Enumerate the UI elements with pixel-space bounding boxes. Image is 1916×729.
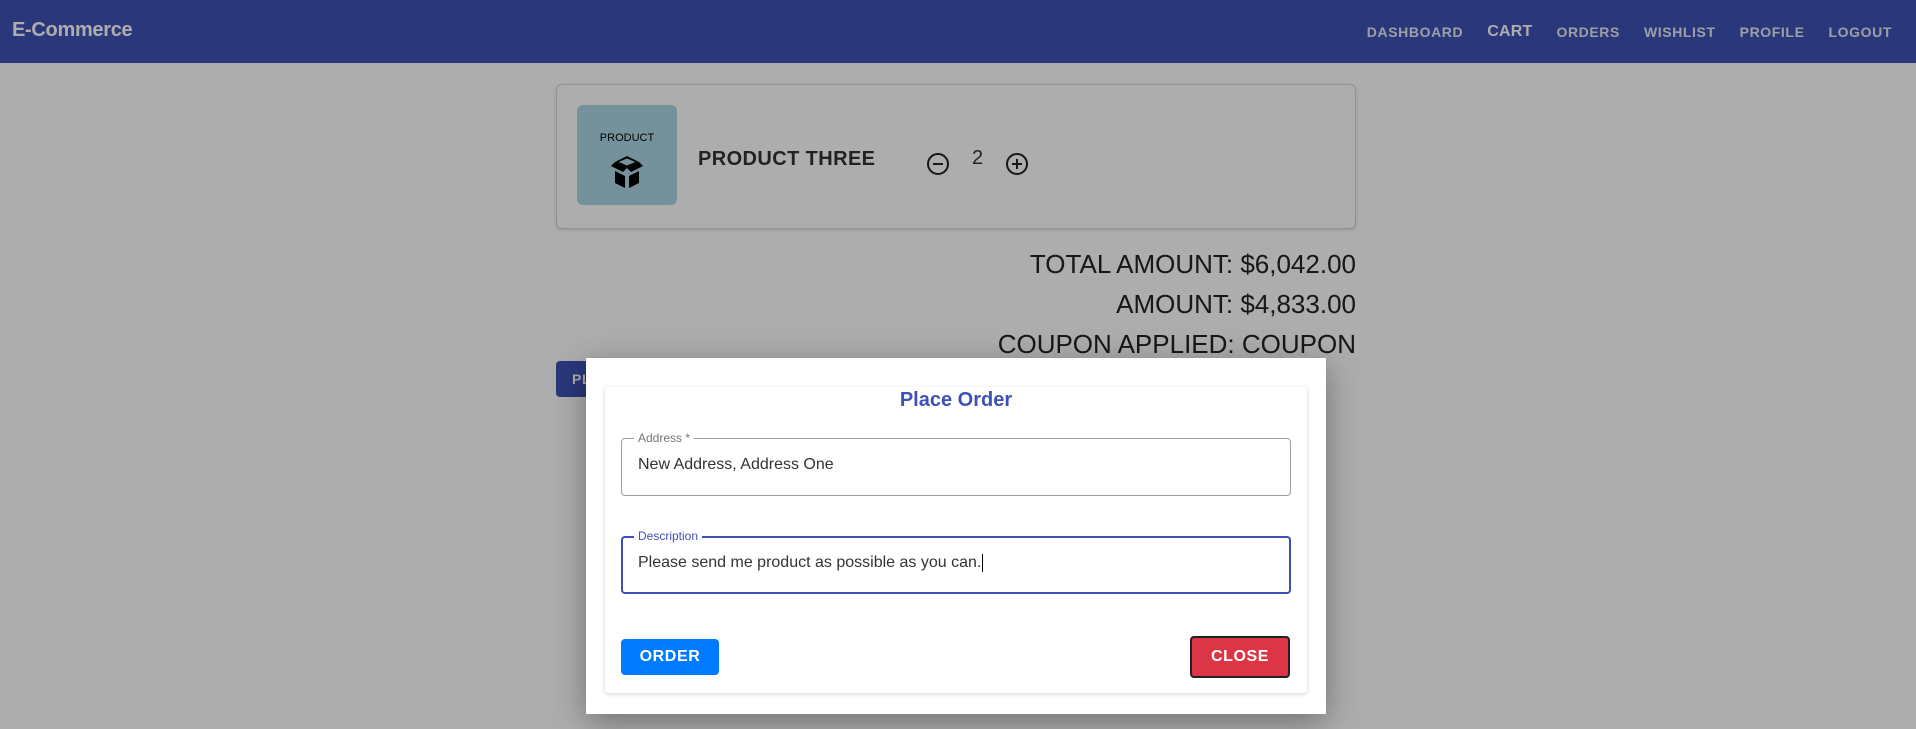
description-field[interactable]: Description Please send me product as po… xyxy=(621,529,1291,594)
address-value: New Address, Address One xyxy=(638,456,834,473)
description-value: Please send me product as possible as yo… xyxy=(638,554,982,572)
order-button[interactable]: ORDER xyxy=(621,639,719,675)
dialog-title: Place Order xyxy=(899,389,1013,411)
description-value-wrap: Please send me product as possible as yo… xyxy=(638,554,984,572)
close-button[interactable]: CLOSE xyxy=(1190,636,1290,678)
place-order-dialog: Place Order Address * New Address, Addre… xyxy=(586,358,1326,714)
description-label: Description xyxy=(634,529,703,543)
text-caret xyxy=(982,554,984,572)
place-order-form: Place Order Address * New Address, Addre… xyxy=(605,387,1307,693)
address-field[interactable]: Address * New Address, Address One xyxy=(621,431,1291,496)
address-label: Address * xyxy=(634,431,695,445)
